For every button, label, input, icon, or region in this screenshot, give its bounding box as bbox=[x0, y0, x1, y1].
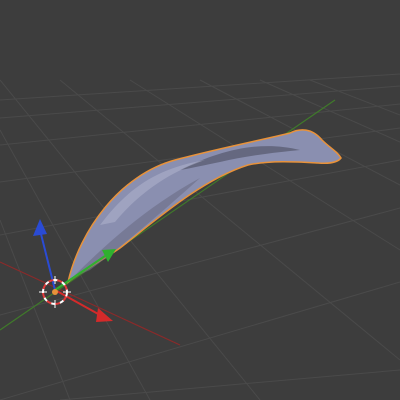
3d-viewport[interactable] bbox=[0, 0, 400, 400]
viewport-canvas[interactable] bbox=[0, 0, 400, 400]
z-axis-arrow-icon[interactable] bbox=[33, 219, 47, 236]
floor-grid bbox=[0, 73, 400, 400]
